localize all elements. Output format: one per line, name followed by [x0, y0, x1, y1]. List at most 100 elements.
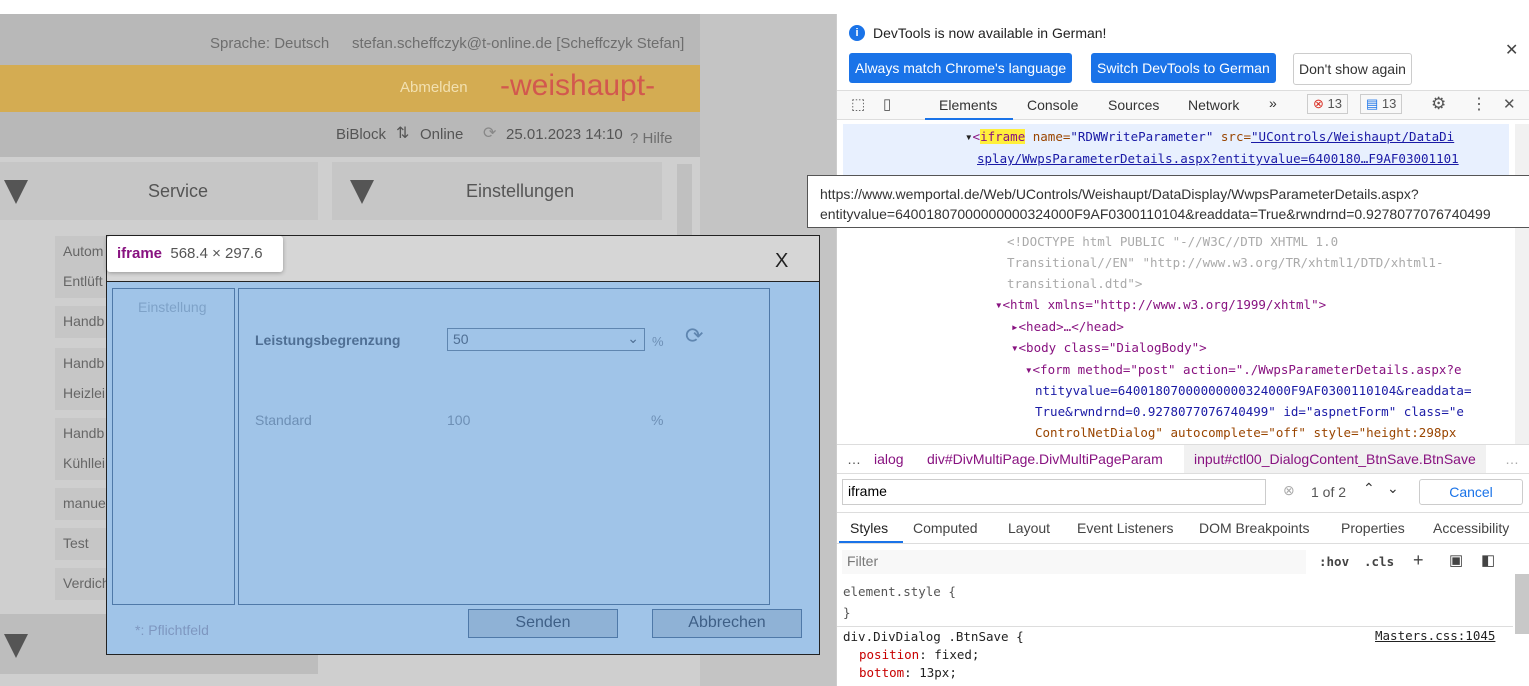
tab-properties[interactable]: Properties	[1341, 513, 1405, 543]
active-subtab-indicator	[839, 541, 903, 543]
breadcrumb-item[interactable]: div#DivMultiPage.DivMultiPageParam	[927, 445, 1163, 473]
sidebar-label[interactable]: Einstellung	[138, 299, 207, 315]
cancel-button[interactable]: Abbrechen	[652, 609, 802, 638]
status-label: Online	[420, 126, 464, 143]
refresh-icon[interactable]: ⟳	[483, 123, 496, 143]
tile-label: Service	[148, 181, 209, 201]
tab-console[interactable]: Console	[1027, 97, 1078, 113]
more-options-icon[interactable]: ⋮	[1471, 94, 1487, 114]
online-arrows-icon: ⇅	[396, 125, 410, 142]
tab-sources[interactable]: Sources	[1108, 97, 1159, 113]
active-tab-indicator	[925, 118, 1013, 120]
triangle-down-icon	[4, 180, 28, 204]
inspect-icon[interactable]: ⬚	[851, 95, 865, 113]
standard-unit: %	[651, 412, 664, 428]
messages-badge[interactable]: ▤ 13	[1360, 94, 1403, 114]
breadcrumb-item-selected[interactable]: input#ctl00_DialogContent_BtnSave.BtnSav…	[1184, 445, 1486, 473]
errors-badge[interactable]: ⊗ 13	[1307, 94, 1348, 114]
tab-layout[interactable]: Layout	[1008, 513, 1050, 543]
tab-dom-breakpoints[interactable]: DOM Breakpoints	[1199, 513, 1309, 543]
breadcrumb-scroll-left[interactable]: …	[847, 445, 861, 473]
search-cancel-button[interactable]: Cancel	[1419, 479, 1523, 505]
element-style-rule[interactable]: element.style {}	[843, 581, 956, 623]
user-label: stefan.scheffczyk@t-online.de [Scheffczy…	[352, 35, 685, 52]
paint-icon[interactable]: ▣	[1449, 551, 1463, 569]
send-button[interactable]: Senden	[468, 609, 618, 638]
dont-show-button[interactable]: Don't show again	[1293, 53, 1412, 85]
breadcrumb-scroll-right[interactable]: …	[1505, 445, 1519, 473]
close-devtools-icon[interactable]: ✕	[1503, 95, 1516, 113]
settings-gear-icon[interactable]: ⚙	[1431, 94, 1446, 114]
clear-search-icon[interactable]: ⊗	[1283, 482, 1295, 499]
element-tooltip: iframe 568.4 × 297.6	[107, 236, 283, 272]
more-tabs-button[interactable]: »	[1269, 95, 1277, 111]
tab-styles[interactable]: Styles	[850, 513, 888, 543]
info-message: DevTools is now available in German!	[873, 25, 1107, 41]
doctype-node[interactable]: <!DOCTYPE html PUBLIC "-//W3C//DTD XHTML…	[1007, 231, 1444, 294]
dom-node-iframe[interactable]: ▾<iframe name="RDWWriteParameter" src="U…	[965, 126, 1454, 147]
devtools-toolbar: ⬚ ▯ Elements Console Sources Network » ⊗…	[837, 90, 1529, 120]
tab-computed[interactable]: Computed	[913, 513, 978, 543]
hov-button[interactable]: :hov	[1319, 554, 1349, 569]
parameter-dialog: X Einstellung Leistungsbegrenzung 50 ⌄ % …	[106, 235, 820, 655]
triangle-down-icon	[350, 180, 374, 204]
tile-service[interactable]: Service	[0, 162, 318, 220]
tile-label: Einstellungen	[466, 181, 575, 201]
new-rule-button[interactable]: +	[1413, 550, 1424, 571]
search-count: 1 of 2	[1311, 484, 1347, 500]
cls-button[interactable]: .cls	[1364, 554, 1394, 569]
close-button[interactable]: X	[775, 250, 788, 273]
device-toggle-icon[interactable]: ▯	[883, 95, 891, 113]
tooltip-tag: iframe	[117, 245, 163, 262]
styles-scrollbar[interactable]	[1515, 574, 1529, 634]
stylesheet-link[interactable]: Masters.css:1045	[1375, 628, 1495, 643]
styles-filter-input[interactable]: Filter	[842, 550, 1306, 574]
dialog-sidebar: Einstellung	[112, 288, 235, 605]
iframe-src-link[interactable]: splay/WwpsParameterDetails.aspx?entityva…	[977, 148, 1459, 169]
header-bar: Abmelden -weishaupt-	[0, 65, 700, 112]
dom-node-body[interactable]: ▾<body class="DialogBody">	[1011, 337, 1207, 358]
dom-scrollbar[interactable]	[1515, 124, 1529, 444]
close-infobar-icon[interactable]: ✕	[1505, 40, 1518, 60]
dialog-content: Leistungsbegrenzung 50 ⌄ % ⟳ Standard 100…	[238, 288, 770, 605]
breadcrumb-item[interactable]: ialog	[874, 445, 904, 473]
logout-link[interactable]: Abmelden	[400, 79, 468, 96]
tile-einstellungen[interactable]: Einstellungen	[332, 162, 662, 220]
btnsave-rule[interactable]: div.DivDialog .BtnSave { position: fixed…	[843, 628, 1024, 682]
tab-elements[interactable]: Elements	[939, 97, 997, 113]
dom-search-input[interactable]: iframe	[842, 479, 1266, 505]
error-icon: ⊗	[1313, 96, 1324, 111]
toggle-sidebar-icon[interactable]: ◧	[1481, 551, 1495, 569]
unit-label: %	[652, 334, 664, 349]
breadcrumb: … ialog div#DivMultiPage.DivMultiPagePar…	[837, 444, 1529, 474]
param-select[interactable]: 50 ⌄	[447, 328, 645, 351]
required-note: *: Pflichtfeld	[135, 622, 209, 638]
switch-german-button[interactable]: Switch DevTools to German	[1091, 53, 1276, 83]
dom-node-form[interactable]: ▾<form method="post" action="./WwpsParam…	[1025, 359, 1472, 443]
standard-value: 100	[447, 412, 471, 428]
refresh-icon[interactable]: ⟳	[685, 323, 703, 349]
dom-tree: ▾<iframe name="RDWWriteParameter" src="U…	[837, 122, 1517, 446]
tab-event-listeners[interactable]: Event Listeners	[1077, 513, 1174, 543]
weishaupt-logo: -weishaupt-	[500, 69, 656, 102]
url-tooltip: https://www.wemportal.de/Web/UControls/W…	[807, 175, 1529, 228]
iframe-highlight: Einstellung Leistungsbegrenzung 50 ⌄ % ⟳ …	[107, 281, 819, 654]
message-icon: ▤	[1366, 96, 1379, 111]
tooltip-size: 568.4 × 297.6	[170, 245, 263, 262]
search-next-icon[interactable]: ⌄	[1387, 480, 1399, 497]
language-label[interactable]: Sprache: Deutsch	[210, 35, 329, 52]
match-language-button[interactable]: Always match Chrome's language	[849, 53, 1073, 83]
sidebar-tabs: Styles Computed Layout Event Listeners D…	[837, 512, 1529, 544]
help-link[interactable]: ? Hilfe	[630, 130, 673, 147]
info-icon: i	[849, 25, 865, 41]
search-prev-icon[interactable]: ⌃	[1363, 480, 1375, 497]
devtools-panel: i DevTools is now available in German! ✕…	[807, 14, 1529, 686]
tab-accessibility[interactable]: Accessibility	[1433, 513, 1509, 543]
tab-network[interactable]: Network	[1188, 97, 1239, 113]
divider	[837, 626, 1513, 627]
dom-node-html[interactable]: ▾<html xmlns="http://www.w3.org/1999/xht…	[995, 294, 1326, 315]
device-label: BiBlock	[336, 126, 387, 143]
standard-label: Standard	[255, 412, 312, 428]
timestamp: 25.01.2023 14:10	[506, 126, 623, 143]
dom-node-head[interactable]: ▸<head>…</head>	[1011, 316, 1124, 337]
